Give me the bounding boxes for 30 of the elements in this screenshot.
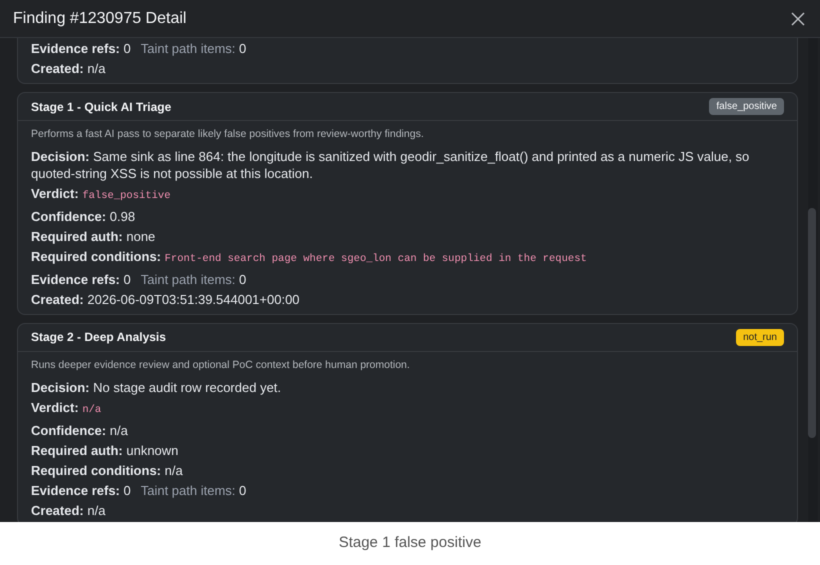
field-text: Required auth: none [31, 228, 156, 245]
status-badge: not_run [736, 328, 784, 346]
status-badge: false_positive [709, 98, 784, 115]
field-text: Created: n/a [31, 502, 106, 518]
field-text: Verdict: n/a [31, 398, 102, 418]
field-text: Confidence: 0.98 [31, 208, 136, 225]
field-text: Taint path items: 0 [140, 482, 246, 498]
field-text: Taint path items: 0 [140, 40, 246, 57]
field-text: Decision: No stage audit row recorded yet. [31, 378, 282, 396]
caption: Stage 1 false positive [338, 533, 482, 554]
stage-description: Performs a fast AI pass to separate likely false positives from review-worthy findings. [31, 127, 425, 142]
close-button[interactable] [789, 10, 807, 28]
dialog-title: Finding #1230975 Detail [13, 8, 186, 28]
stage-title: Stage 1 - Quick AI Triage [31, 98, 172, 116]
stage-title: Stage 2 - Deep Analysis [31, 329, 166, 346]
field-text: Evidence refs: 0 [31, 40, 131, 57]
field-text: Evidence refs: 0 [31, 482, 131, 498]
field-text: Created: 2026-06-09T03:51:39.544001+00:00 [31, 290, 300, 308]
field-text: Taint path items: 0 [140, 270, 246, 288]
field-text: Confidence: n/a [31, 422, 128, 438]
field-text: Required auth: unknown [31, 442, 178, 458]
field-text: Created: n/a [31, 60, 106, 77]
stage-description: Runs deeper evidence review and optional PoC context before human promotion. [31, 358, 411, 373]
field-text: Evidence refs: 0 [31, 270, 131, 288]
field-text: Verdict: false_positive [31, 184, 171, 204]
scrollbar-thumb[interactable] [808, 208, 816, 438]
field-text: Required conditions: Front-end search page where sgeo_lon can be supplied in the request [31, 248, 587, 267]
field-text: Required conditions: n/a [31, 462, 183, 478]
close-icon [791, 12, 805, 26]
field-text: Decision: Same sink as line 864: the longitude is sanitized with geodir_sanitize_float() and printed as a numeric JS value, so quoted-string XSS is not possible at this location. [31, 148, 750, 182]
